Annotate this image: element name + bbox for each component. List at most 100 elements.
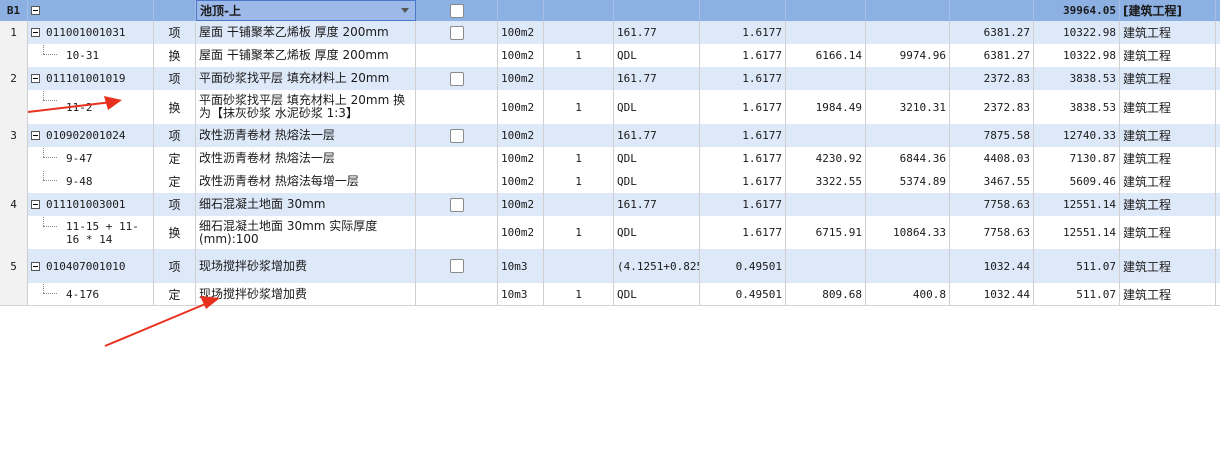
collapse-icon[interactable] — [31, 74, 40, 83]
subitem-code: 9-48 — [66, 175, 93, 188]
cell-type: 项 — [154, 124, 196, 147]
cell-checkbox[interactable] — [416, 193, 498, 216]
table-row-subitem[interactable]: 11-2 换平面砂浆找平层 填充材料上 20mm 换为【抹灰砂浆 水泥砂浆 1:3… — [0, 90, 1220, 125]
cell-qtyexpr: (4.1251+0.825) — [614, 249, 700, 283]
cell-qtyexpr: QDL — [614, 216, 700, 249]
collapse-icon[interactable] — [31, 28, 40, 37]
table-row-subitem[interactable]: 4-176 定现场搅拌砂浆增加费 10m3 1 QDL 0.49501 809.68 400.… — [0, 283, 1220, 306]
tree-branch-icon — [43, 100, 57, 101]
table-row-item[interactable]: 1 011001001031 项屋面 干铺聚苯乙烯板 厚度 200mm 100m2 16… — [0, 21, 1220, 45]
cell-checkbox[interactable] — [416, 44, 498, 67]
cell-name: 改性沥青卷材 热熔法一层 — [196, 124, 416, 147]
cell-checkbox[interactable] — [416, 216, 498, 249]
header-unit-cell — [498, 0, 544, 21]
cell-unitprice: 6381.27 — [950, 44, 1034, 67]
cell-qty — [544, 67, 614, 90]
table-row-subitem[interactable]: 9-48 定改性沥青卷材 热熔法每增一层 100m2 1 QDL 1.6177 3322.5… — [0, 170, 1220, 194]
cell-total: 3210.31 — [866, 90, 950, 124]
tree-line-icon — [43, 216, 44, 226]
header-name-field[interactable]: 池顶-上 — [196, 0, 416, 21]
table-row-item[interactable]: 4 011101003001 项细石混凝土地面 30mm 100m2 161.77 1.6… — [0, 193, 1220, 217]
table-row-subitem[interactable]: 10-31 换屋面 干铺聚苯乙烯板 厚度 200mm 100m2 1 QDL 1.6177… — [0, 44, 1220, 68]
cell-type: 项 — [154, 193, 196, 216]
tree-branch-icon — [43, 293, 57, 294]
cell-checkbox[interactable] — [416, 147, 498, 170]
table-row-item[interactable]: 3 010902001024 项改性沥青卷材 热熔法一层 100m2 161.77 1.6… — [0, 124, 1220, 148]
cell-cat: 建筑工程 — [1120, 90, 1216, 124]
cell-unit: 10m3 — [498, 283, 544, 305]
cell-checkbox[interactable] — [416, 283, 498, 305]
cell-amount: 1.6177 — [700, 21, 786, 44]
cell-checkbox[interactable] — [416, 67, 498, 90]
row-checkbox[interactable] — [449, 259, 464, 273]
cell-unit: 100m2 — [498, 124, 544, 147]
header-checkbox-cell[interactable] — [416, 0, 498, 21]
cell-sum: 12551.14 — [1034, 193, 1120, 216]
cell-name: 细石混凝土地面 30mm — [196, 193, 416, 216]
cell-type: 项 — [154, 21, 196, 44]
cell-checkbox[interactable] — [416, 90, 498, 124]
cell-unitprice: 4408.03 — [950, 147, 1034, 170]
cell-code: 011101001019 — [28, 67, 154, 90]
cell-name: 现场搅拌砂浆增加费 — [196, 249, 416, 283]
cell-name: 屋面 干铺聚苯乙烯板 厚度 200mm — [196, 21, 416, 44]
cell-name: 现场搅拌砂浆增加费 — [196, 283, 416, 305]
cell-code: 010407001010 — [28, 249, 154, 283]
cell-checkbox[interactable] — [416, 249, 498, 283]
cell-unit: 100m2 — [498, 90, 544, 124]
cell-qty: 1 — [544, 283, 614, 305]
cell-type: 项 — [154, 249, 196, 283]
header-amount-cell — [700, 0, 786, 21]
header-qty-cell — [544, 0, 614, 21]
cell-num — [0, 147, 28, 170]
collapse-icon[interactable] — [31, 261, 40, 271]
cell-total: 9974.96 — [866, 44, 950, 67]
cell-qtyexpr: 161.77 — [614, 67, 700, 90]
item-code: 011001001031 — [46, 26, 126, 39]
cell-cat: 建筑工程 — [1120, 216, 1216, 249]
subitem-code: 9-47 — [66, 152, 93, 165]
collapse-icon[interactable] — [31, 200, 40, 209]
table-row-subitem[interactable]: 11-15 + 11-16 * 14 换细石混凝土地面 30mm 实际厚度(mm)… — [0, 216, 1220, 250]
cell-sum: 10322.98 — [1034, 21, 1120, 44]
cell-qtyexpr: QDL — [614, 283, 700, 305]
header-row-label: B1 — [0, 0, 28, 21]
table-row-subitem[interactable]: 9-47 定改性沥青卷材 热熔法一层 100m2 1 QDL 1.6177 4230.92 6… — [0, 147, 1220, 171]
header-checkbox[interactable] — [449, 3, 464, 18]
table-row-item[interactable]: 5 010407001010 项现场搅拌砂浆增加费 10m3 (4.1251+0.825… — [0, 249, 1220, 284]
cell-total: 400.8 — [866, 283, 950, 305]
cell-amount: 1.6177 — [700, 216, 786, 249]
item-code: 011101001019 — [46, 72, 126, 85]
collapse-icon[interactable] — [31, 131, 40, 140]
row-checkbox[interactable] — [449, 128, 464, 143]
cell-unit: 100m2 — [498, 193, 544, 216]
dropdown-arrow-icon[interactable] — [401, 8, 409, 13]
row-checkbox[interactable] — [449, 71, 464, 86]
tree-line-icon — [43, 283, 44, 293]
cell-total — [866, 193, 950, 216]
header-expander-cell[interactable] — [28, 0, 154, 21]
cell-qtyexpr: 161.77 — [614, 124, 700, 147]
cell-num — [0, 170, 28, 193]
cell-checkbox[interactable] — [416, 21, 498, 44]
cell-price — [786, 67, 866, 90]
collapse-icon[interactable] — [31, 6, 40, 15]
cell-checkbox[interactable] — [416, 124, 498, 147]
cell-code: 10-31 — [28, 44, 154, 67]
cell-total: 6844.36 — [866, 147, 950, 170]
cell-amount: 1.6177 — [700, 193, 786, 216]
table-row-item[interactable]: 2 011101001019 项平面砂浆找平层 填充材料上 20mm 100m2 161… — [0, 67, 1220, 91]
cell-total — [866, 21, 950, 44]
cell-qty: 1 — [544, 170, 614, 193]
cell-sum: 12551.14 — [1034, 216, 1120, 249]
cell-price — [786, 21, 866, 44]
cell-unit: 100m2 — [498, 67, 544, 90]
cell-cat: 建筑工程 — [1120, 44, 1216, 67]
cell-qtyexpr: 161.77 — [614, 21, 700, 44]
cell-num: 3 — [0, 124, 28, 147]
cell-code: 11-2 — [28, 90, 154, 124]
cell-code: 011101003001 — [28, 193, 154, 216]
row-checkbox[interactable] — [449, 197, 464, 212]
cell-checkbox[interactable] — [416, 170, 498, 193]
row-checkbox[interactable] — [449, 25, 464, 40]
